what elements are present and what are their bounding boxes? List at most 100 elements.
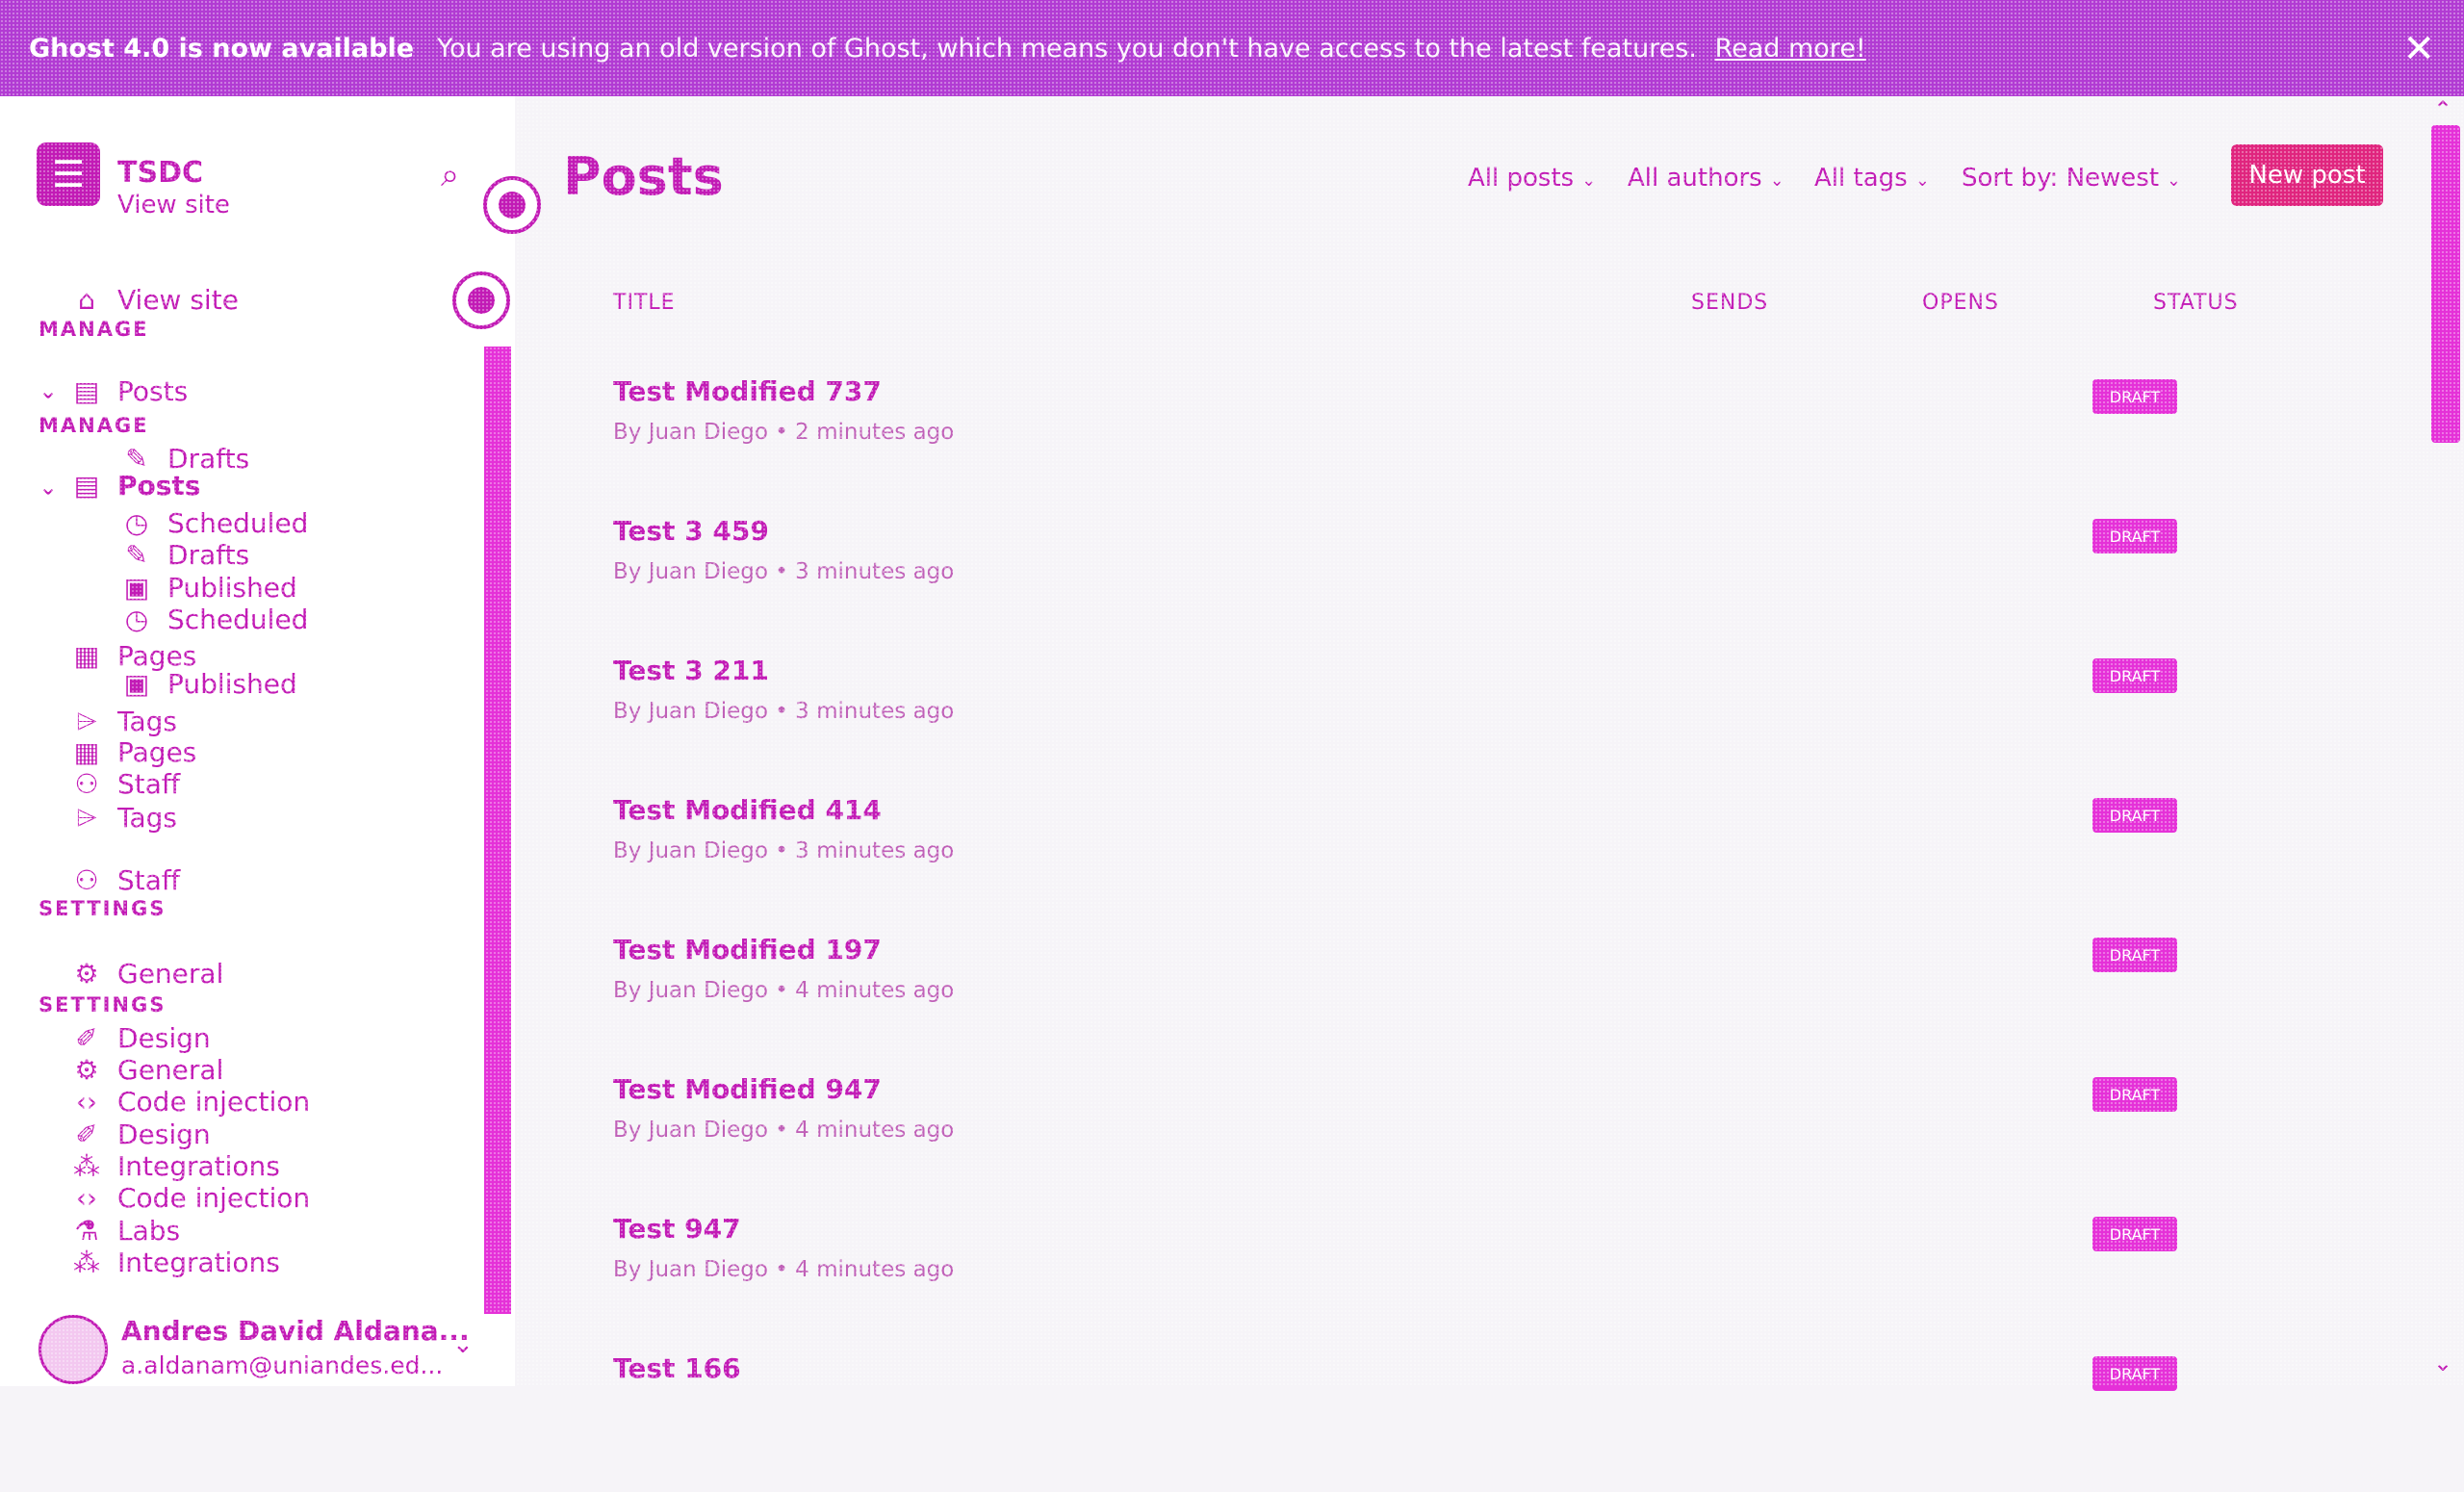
scroll-handle-2[interactable] — [452, 271, 510, 329]
chevron-down-icon[interactable]: ⌄ — [38, 377, 58, 404]
sidebar-item-tags[interactable]: ⌲ Tags — [67, 705, 177, 737]
status-badge: Draft — [2092, 938, 2177, 972]
view-site-link[interactable]: View site — [117, 191, 230, 219]
table-row[interactable]: Test 3 211 By Juan Diego • 3 minutes ago… — [613, 655, 2384, 794]
post-meta: By Juan Diego • 3 minutes ago — [613, 559, 955, 584]
user-menu[interactable]: Andres David Aldana... a.aldanam@uniande… — [38, 1305, 500, 1386]
post-title[interactable]: Test Modified 197 — [613, 934, 882, 965]
sidebar-item-label: Integrations — [117, 1247, 280, 1278]
pencil-icon: ✎ — [125, 539, 148, 571]
chevron-down-icon[interactable]: ⌄ — [38, 474, 58, 501]
sidebar-item-design-2[interactable]: ✐ Design — [67, 1119, 211, 1150]
post-meta: By Juan Diego • 4 minutes ago — [613, 978, 955, 1003]
sidebar-item-tags-2[interactable]: ⌲ Tags — [67, 801, 177, 834]
sidebar-item-published-2[interactable]: ▣ Published — [117, 668, 297, 700]
sidebar-item-label: Labs — [117, 1215, 181, 1247]
new-post-button[interactable]: New post — [2231, 144, 2383, 206]
sidebar-item-staff-2[interactable]: ⚇ Staff — [67, 864, 180, 896]
code-icon: ‹› — [75, 1086, 98, 1118]
sidebar-item-published[interactable]: ▣ Published — [117, 572, 297, 604]
sidebar-item-general[interactable]: ⚙ General — [67, 958, 223, 990]
post-meta: By Juan Diego • 4 minutes ago — [613, 1118, 955, 1143]
sidebar-item-label: Drafts — [167, 539, 250, 571]
main-scrollbar[interactable] — [2431, 125, 2460, 443]
sidebar-item-label: Tags — [117, 801, 177, 834]
sidebar-item-drafts-2[interactable]: ✎ Drafts — [117, 539, 249, 571]
sidebar-item-pages-2[interactable]: ▦ Pages — [67, 736, 197, 768]
filter-all-posts[interactable]: All posts ⌄ — [1468, 164, 1596, 193]
filter-all-tags[interactable]: All tags ⌄ — [1814, 164, 1930, 193]
sidebar-item-posts[interactable]: ▤ Posts — [67, 375, 188, 407]
sidebar-item-staff[interactable]: ⚇ Staff — [67, 768, 180, 800]
sidebar-item-general-2[interactable]: ⚙ General — [67, 1054, 223, 1086]
filter-sort[interactable]: Sort by: Newest ⌄ — [1962, 164, 2181, 193]
staff-icon: ⚇ — [74, 768, 99, 800]
sidebar-item-label: Pages — [117, 736, 197, 768]
sidebar-item-label: Code injection — [117, 1086, 311, 1118]
sidebar-item-label: Design — [117, 1119, 211, 1150]
table-row[interactable]: Test 166 Draft — [613, 1352, 2384, 1492]
table-row[interactable]: Test 3 459 By Juan Diego • 3 minutes ago… — [613, 515, 2384, 655]
sidebar-item-code-injection[interactable]: ‹› Code injection — [67, 1086, 310, 1118]
published-icon: ▣ — [123, 572, 150, 604]
table-row[interactable]: Test Modified 197 By Juan Diego • 4 minu… — [613, 934, 2384, 1073]
filter-label: Sort by: Newest — [1962, 164, 2160, 193]
clock-icon: ◷ — [124, 507, 149, 539]
close-icon[interactable]: ✕ — [2402, 27, 2435, 71]
column-opens: OPENS — [1922, 291, 1999, 315]
post-title[interactable]: Test Modified 737 — [613, 375, 882, 407]
table-row[interactable]: Test Modified 414 By Juan Diego • 3 minu… — [613, 794, 2384, 934]
table-row[interactable]: Test 947 By Juan Diego • 4 minutes ago D… — [613, 1213, 2384, 1352]
sidebar-item-label: Staff — [117, 768, 181, 800]
table-row[interactable]: Test Modified 737 By Juan Diego • 2 minu… — [613, 375, 2384, 515]
sidebar-item-scheduled-2[interactable]: ◷ Scheduled — [117, 604, 309, 635]
column-sends: SENDS — [1691, 291, 1769, 315]
filter-label: All authors — [1628, 164, 1762, 193]
sidebar-item-label: Code injection — [117, 1182, 311, 1214]
sidebar-item-label: Published — [167, 668, 297, 700]
post-title[interactable]: Test 3 459 — [613, 515, 769, 547]
site-title[interactable]: TSDC — [117, 156, 203, 190]
sidebar-item-integrations-2[interactable]: ⁂ Integrations — [67, 1247, 280, 1278]
sidebar-item-posts-active[interactable]: ▤ Posts — [67, 470, 201, 502]
sidebar-item-design[interactable]: ✐ Design — [67, 1022, 210, 1054]
sidebar-item-integrations[interactable]: ⁂ Integrations — [67, 1150, 280, 1182]
sidebar-scrollbar[interactable] — [484, 347, 511, 1314]
scroll-up-icon[interactable]: ⌃ — [2433, 96, 2452, 123]
post-title[interactable]: Test 3 211 — [613, 655, 769, 686]
chevron-down-icon: ⌄ — [1581, 170, 1597, 191]
sidebar-item-label: General — [117, 958, 224, 990]
page-title: Posts — [563, 146, 724, 207]
user-email: a.aldanam@uniandes.ed... — [121, 1351, 444, 1379]
section-manage-duplicate: MANAGE — [38, 414, 149, 437]
sidebar-item-labs[interactable]: ⚗ Labs — [67, 1215, 180, 1247]
filter-all-authors[interactable]: All authors ⌄ — [1628, 164, 1784, 193]
column-title: TITLE — [613, 291, 676, 315]
post-title[interactable]: Test 947 — [613, 1213, 741, 1245]
pages-icon: ▦ — [73, 736, 100, 768]
avatar — [38, 1315, 108, 1384]
sidebar-item-label: Integrations — [117, 1150, 280, 1182]
post-title[interactable]: Test Modified 947 — [613, 1073, 882, 1105]
status-badge: Draft — [2092, 379, 2177, 414]
post-title[interactable]: Test 166 — [613, 1352, 741, 1384]
sidebar-item-code-injection-2[interactable]: ‹› Code injection — [67, 1182, 310, 1214]
search-icon[interactable]: ⌕ — [441, 156, 459, 194]
post-title[interactable]: Test Modified 414 — [613, 794, 882, 826]
scroll-down-icon[interactable]: ⌄ — [2433, 1350, 2452, 1376]
sidebar-item-label: Published — [167, 572, 297, 604]
sidebar-item-label: Scheduled — [167, 604, 309, 635]
section-settings-duplicate: SETTINGS — [38, 993, 167, 1016]
table-row[interactable]: Test Modified 947 By Juan Diego • 4 minu… — [613, 1073, 2384, 1213]
sidebar-item-scheduled[interactable]: ◷ Scheduled — [117, 507, 309, 539]
chevron-down-icon: ⌄ — [1769, 170, 1784, 191]
staff-icon: ⚇ — [74, 864, 99, 896]
chevron-down-icon[interactable]: ⌄ — [452, 1330, 474, 1359]
banner-read-more-link[interactable]: Read more! — [1715, 34, 1866, 64]
site-logo[interactable]: ☰ — [37, 142, 100, 206]
status-badge: Draft — [2092, 519, 2177, 553]
chevron-down-icon: ⌄ — [2167, 170, 2182, 191]
sidebar-item-view-site[interactable]: ⌂ View site — [67, 284, 239, 316]
flask-icon: ⚗ — [74, 1215, 99, 1247]
update-banner: Ghost 4.0 is now available You are using… — [0, 0, 2464, 96]
